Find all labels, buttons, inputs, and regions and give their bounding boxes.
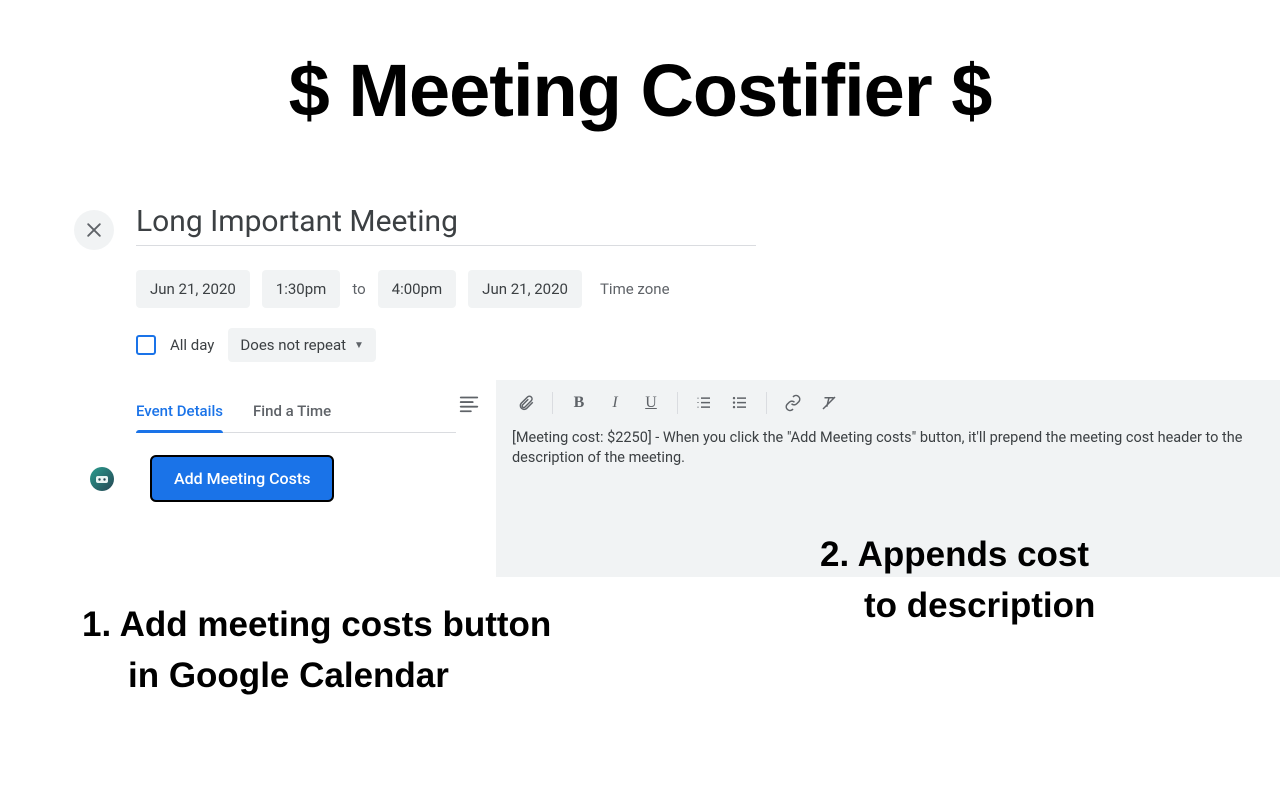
- toolbar-divider: [766, 392, 767, 414]
- start-time-picker[interactable]: 1:30pm: [262, 270, 341, 308]
- all-day-row: All day Does not repeat ▼: [136, 328, 776, 362]
- annotation-step-1-line-1: 1. Add meeting costs button: [82, 600, 602, 651]
- end-time-picker[interactable]: 4:00pm: [378, 270, 457, 308]
- clear-format-icon: [820, 394, 838, 412]
- to-label: to: [352, 280, 365, 298]
- timezone-button[interactable]: Time zone: [600, 280, 670, 298]
- link-icon: [784, 394, 802, 412]
- tab-find-a-time[interactable]: Find a Time: [253, 402, 331, 432]
- bold-button[interactable]: B: [561, 388, 597, 418]
- description-text[interactable]: [Meeting cost: $2250] - When you click t…: [496, 426, 1280, 467]
- format-align-left-icon: [458, 392, 480, 414]
- description-toolbar: B I U: [496, 380, 1280, 426]
- all-day-label[interactable]: All day: [170, 336, 214, 354]
- tab-event-details[interactable]: Event Details: [136, 402, 223, 432]
- extension-avatar: [90, 467, 114, 491]
- recurrence-dropdown[interactable]: Does not repeat ▼: [228, 328, 376, 362]
- underline-button[interactable]: U: [633, 388, 669, 418]
- robot-icon: [95, 474, 109, 484]
- annotation-step-2-line-2: to description: [864, 581, 1240, 632]
- attach-file-button[interactable]: [508, 388, 544, 418]
- end-date-picker[interactable]: Jun 21, 2020: [468, 270, 582, 308]
- event-tabs: Event Details Find a Time: [136, 402, 456, 433]
- annotation-step-2: 2. Appends cost to description: [820, 530, 1240, 632]
- start-date-picker[interactable]: Jun 21, 2020: [136, 270, 250, 308]
- toolbar-divider: [677, 392, 678, 414]
- insert-link-button[interactable]: [775, 388, 811, 418]
- promo-title: $ Meeting Costifier $: [0, 48, 1280, 133]
- annotation-step-1: 1. Add meeting costs button in Google Ca…: [82, 600, 602, 702]
- attachment-icon: [517, 394, 535, 412]
- all-day-checkbox[interactable]: [136, 335, 156, 355]
- italic-button[interactable]: I: [597, 388, 633, 418]
- add-meeting-costs-button[interactable]: Add Meeting Costs: [150, 455, 334, 502]
- close-icon: [84, 220, 104, 240]
- time-row: Jun 21, 2020 1:30pm to 4:00pm Jun 21, 20…: [136, 270, 776, 308]
- recurrence-label: Does not repeat: [240, 336, 346, 354]
- bulleted-list-button[interactable]: [722, 388, 758, 418]
- toolbar-divider: [552, 392, 553, 414]
- annotation-step-2-line-1: 2. Appends cost: [820, 530, 1240, 581]
- numbered-list-button[interactable]: [686, 388, 722, 418]
- event-title-input[interactable]: [136, 200, 756, 246]
- numbered-list-icon: [695, 394, 713, 412]
- close-button[interactable]: [74, 210, 114, 250]
- chevron-down-icon: ▼: [354, 340, 364, 351]
- clear-formatting-button[interactable]: [811, 388, 847, 418]
- bulleted-list-icon: [731, 394, 749, 412]
- description-indicator-icon: [458, 392, 480, 418]
- annotation-step-1-line-2: in Google Calendar: [128, 651, 602, 702]
